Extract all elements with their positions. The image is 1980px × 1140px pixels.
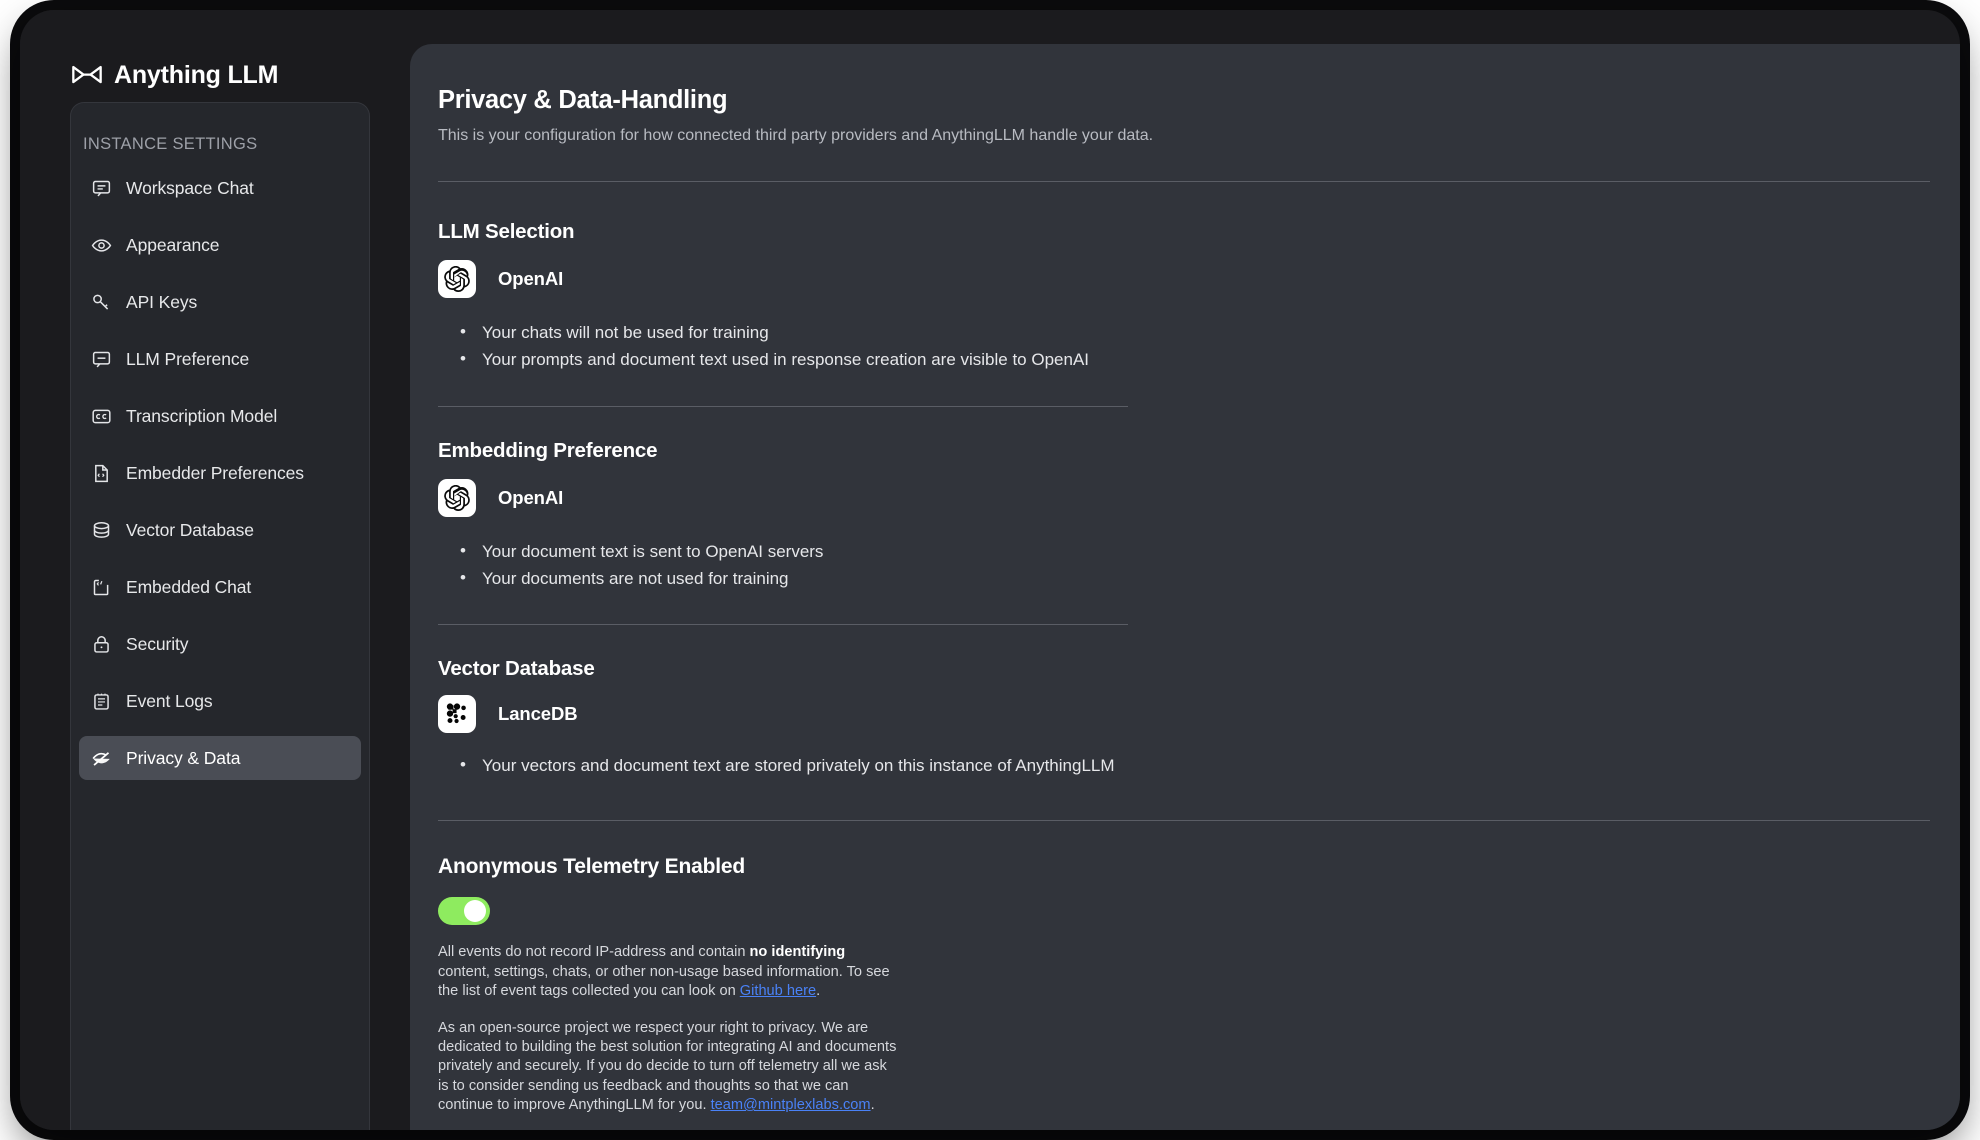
- sidebar-item-appearance[interactable]: Appearance: [79, 223, 361, 267]
- section-llm-selection: LLM Selection OpenAI Your chats will not…: [410, 182, 1960, 407]
- github-link[interactable]: Github here: [740, 983, 816, 999]
- openai-logo-icon: [438, 478, 476, 517]
- list-item: Your prompts and document text used in r…: [460, 346, 1960, 374]
- telemetry-p1-bold: no identifying: [749, 944, 846, 961]
- provider-name: OpenAI: [498, 486, 564, 508]
- telemetry-paragraph-1: All events do not record IP-address and …: [438, 943, 900, 1001]
- provider-row: LanceDB: [438, 695, 1960, 734]
- sidebar: Anything LLM INSTANCE SETTINGS Workspace…: [20, 10, 390, 1130]
- provider-name: LanceDB: [498, 703, 578, 725]
- sidebar-item-workspace-chat[interactable]: Workspace Chat: [79, 166, 361, 210]
- sidebar-item-llm-preference[interactable]: LLM Preference: [79, 337, 361, 381]
- file-code-icon: [91, 463, 112, 484]
- section-telemetry: Anonymous Telemetry Enabled All events d…: [410, 821, 1960, 1130]
- sidebar-item-label: Event Logs: [126, 690, 213, 711]
- list-item: Your vectors and document text are store…: [460, 752, 1960, 780]
- chat-bubble-icon: [91, 178, 112, 199]
- database-icon: [91, 520, 112, 541]
- eye-icon: [91, 235, 112, 256]
- sidebar-item-label: Embedder Preferences: [126, 462, 304, 483]
- list-item: Your chats will not be used for training: [460, 319, 1960, 347]
- list-item: Your document text is sent to OpenAI ser…: [460, 538, 1960, 566]
- sidebar-item-label: Privacy & Data: [126, 747, 241, 768]
- sidebar-item-label: Workspace Chat: [126, 177, 254, 198]
- section-embedding-preference: Embedding Preference OpenAI Your documen…: [410, 407, 1960, 626]
- nav-heading: INSTANCE SETTINGS: [83, 135, 258, 153]
- brand-logo[interactable]: Anything LLM: [20, 10, 390, 102]
- telemetry-p1-part2: content, settings, chats, or other non-u…: [438, 963, 890, 1000]
- sidebar-item-label: Transcription Model: [126, 405, 278, 426]
- sidebar-item-privacy-data[interactable]: Privacy & Data: [79, 736, 361, 780]
- sidebar-item-label: LLM Preference: [126, 348, 250, 369]
- provider-row: OpenAI: [438, 478, 1960, 517]
- sidebar-item-vector-database[interactable]: Vector Database: [79, 508, 361, 552]
- page-subtitle: This is your configuration for how conne…: [438, 127, 1154, 144]
- code-square-icon: [91, 577, 112, 598]
- provider-name: OpenAI: [498, 268, 564, 289]
- telemetry-title: Anonymous Telemetry Enabled: [438, 855, 745, 879]
- app-window: Anything LLM INSTANCE SETTINGS Workspace…: [20, 10, 1960, 1130]
- main-content: Privacy & Data-Handling This is your con…: [410, 44, 1960, 1130]
- sidebar-item-event-logs[interactable]: Event Logs: [79, 679, 361, 723]
- telemetry-p1-part3: .: [816, 983, 821, 1000]
- eye-slash-icon: [91, 748, 112, 769]
- key-icon: [91, 292, 112, 313]
- section-title: Embedding Preference: [438, 438, 658, 462]
- bullet-list: Your vectors and document text are store…: [438, 752, 1960, 780]
- settings-nav-panel: INSTANCE SETTINGS Workspace Chat Appeara…: [70, 102, 370, 1130]
- sidebar-item-api-keys[interactable]: API Keys: [79, 280, 361, 324]
- section-vector-database: Vector Database LanceDB • Your vectors a…: [410, 625, 1960, 780]
- closed-caption-icon: [91, 406, 112, 427]
- sidebar-item-transcription-model[interactable]: Transcription Model: [79, 394, 361, 438]
- lock-icon: [91, 634, 112, 655]
- sidebar-item-security[interactable]: Security: [79, 622, 361, 666]
- email-link[interactable]: team@mintplexlabs.com: [711, 1097, 871, 1113]
- list-item: Your documents are not used for training: [460, 565, 1960, 593]
- section-title: Vector Database: [438, 657, 595, 681]
- toggle-knob: [464, 900, 486, 923]
- section-title: LLM Selection: [438, 220, 575, 243]
- chat-list-icon: [91, 349, 112, 370]
- anythingllm-logo-icon: [72, 64, 102, 86]
- telemetry-p2-part2: .: [870, 1097, 875, 1114]
- sidebar-item-label: Embedded Chat: [126, 576, 252, 597]
- nav-list: Workspace Chat Appearance API Keys LLM P…: [71, 160, 369, 780]
- telemetry-paragraph-2: As an open-source project we respect you…: [438, 1019, 900, 1116]
- bullet-list: Your document text is sent to OpenAI ser…: [438, 538, 1960, 593]
- brand-name: Anything LLM: [114, 60, 279, 89]
- telemetry-toggle[interactable]: [438, 897, 490, 926]
- telemetry-p1-part1: All events do not record IP-address and …: [438, 944, 750, 961]
- bullet-list: Your chats will not be used for training…: [438, 319, 1960, 374]
- provider-row: OpenAI: [438, 260, 1960, 298]
- sidebar-item-label: Vector Database: [126, 519, 254, 540]
- sidebar-item-embedder-preferences[interactable]: Embedder Preferences: [79, 451, 361, 495]
- sidebar-item-label: Appearance: [126, 234, 220, 255]
- sidebar-item-label: Security: [126, 633, 189, 654]
- clipboard-icon: [91, 691, 112, 712]
- lancedb-logo-icon: [438, 695, 476, 734]
- sidebar-item-embedded-chat[interactable]: Embedded Chat: [79, 565, 361, 609]
- page-title: Privacy & Data-Handling: [438, 86, 728, 114]
- openai-logo-icon: [438, 260, 476, 298]
- sidebar-item-label: API Keys: [126, 291, 198, 312]
